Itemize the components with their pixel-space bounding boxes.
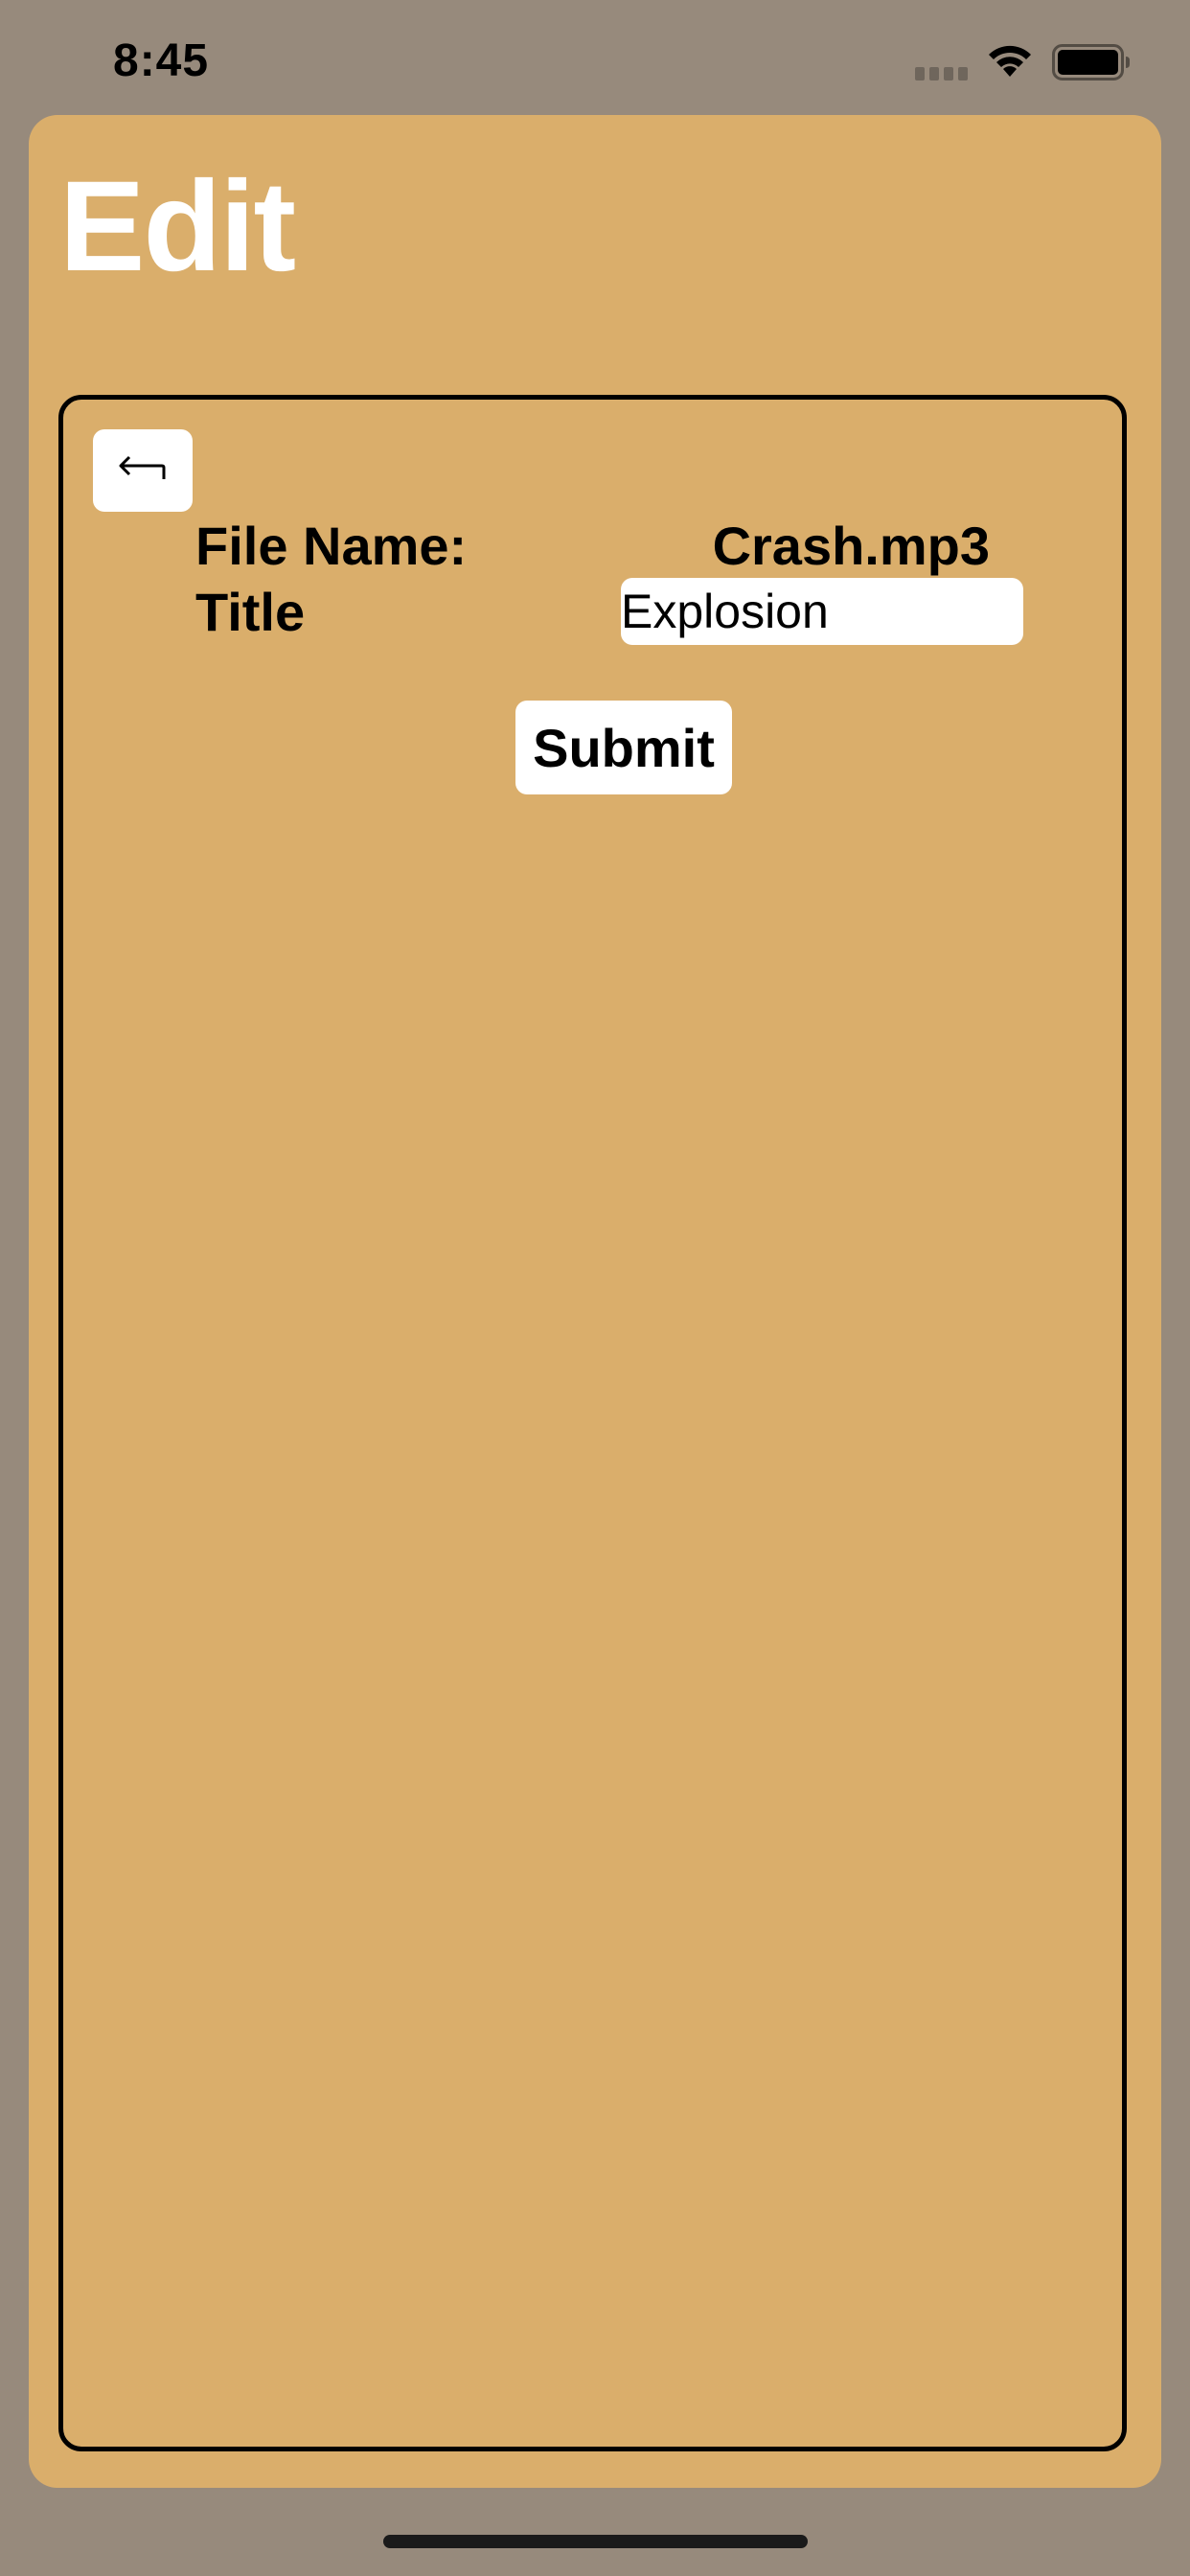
battery-icon [1052, 44, 1130, 80]
submit-button[interactable]: Submit [515, 701, 732, 794]
home-indicator [383, 2535, 808, 2548]
back-button[interactable] [93, 429, 193, 512]
edit-form-container: File Name: Crash.mp3 Title Submit [58, 395, 1127, 2451]
title-input[interactable] [621, 578, 1023, 645]
file-name-value: Crash.mp3 [712, 516, 990, 576]
edit-sheet: Edit File Name: Crash.mp3 Title Submit [29, 115, 1161, 2488]
page-title: Edit [59, 155, 296, 298]
wifi-icon [989, 45, 1031, 77]
cellular-signal-icon [915, 67, 968, 80]
status-bar: 8:45 [0, 0, 1190, 115]
file-name-label: File Name: [195, 516, 468, 576]
return-arrow-icon [119, 455, 166, 479]
title-label: Title [195, 582, 306, 642]
status-time: 8:45 [113, 35, 210, 86]
